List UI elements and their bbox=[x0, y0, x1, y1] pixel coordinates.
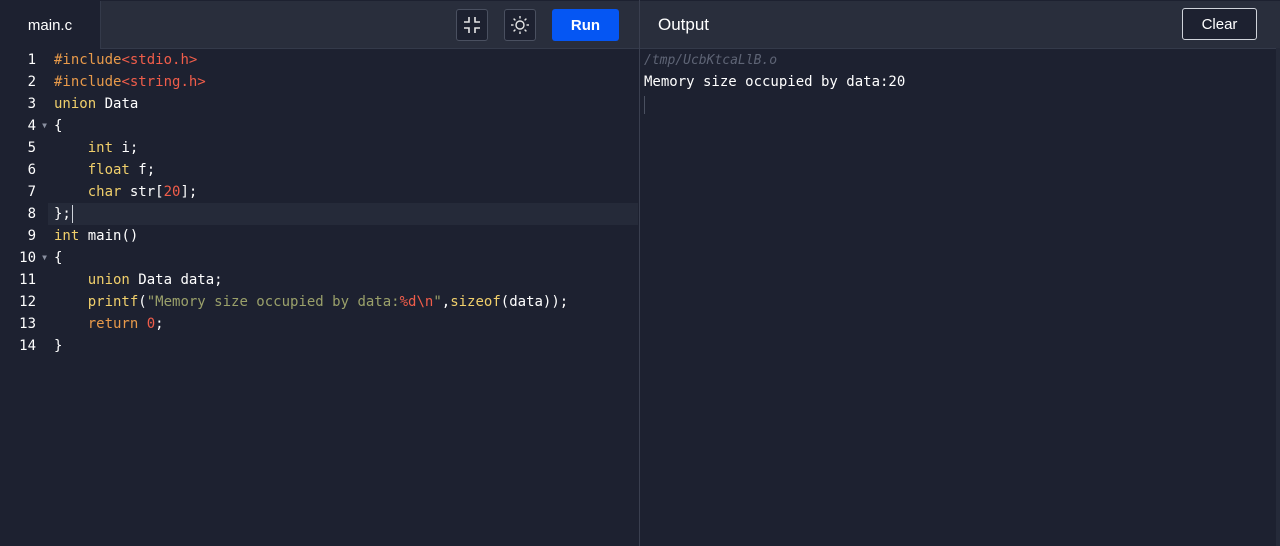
output-file-path: /tmp/UcbKtcaLlB.o bbox=[644, 53, 778, 68]
code-line[interactable]: float f; bbox=[54, 159, 634, 181]
theme-toggle-button[interactable] bbox=[504, 9, 536, 41]
line-number: 9 bbox=[27, 228, 36, 244]
code-line[interactable]: return 0; bbox=[54, 313, 634, 335]
line-number-gutter: 1 2 3 4 ▼ 5 6 7 8 9 10 ▼ 11 12 13 14 bbox=[0, 49, 48, 357]
code-editor-pane: main.c Run 1 2 3 4 ▼ 5 6 7 8 9 10 ▼ 11 1… bbox=[0, 0, 639, 546]
sun-icon bbox=[511, 16, 529, 34]
code-line[interactable]: union Data data; bbox=[54, 269, 634, 291]
code-line[interactable]: int i; bbox=[54, 137, 634, 159]
code-line[interactable]: #include<string.h> bbox=[54, 71, 634, 93]
line-number: 11 bbox=[19, 272, 36, 288]
code-line[interactable]: } bbox=[54, 335, 634, 357]
clear-button[interactable]: Clear bbox=[1182, 8, 1257, 40]
line-number: 14 bbox=[19, 338, 36, 354]
minimize-icon bbox=[464, 17, 480, 33]
code-line[interactable]: printf("Memory size occupied by data:%d\… bbox=[54, 291, 634, 313]
code-line[interactable]: union Data bbox=[54, 93, 634, 115]
line-number: 2 bbox=[27, 74, 36, 90]
line-number: 7 bbox=[27, 184, 36, 200]
code-line[interactable]: { bbox=[54, 115, 634, 137]
code-line[interactable]: { bbox=[54, 247, 634, 269]
line-number: 3 bbox=[27, 96, 36, 112]
minimize-button[interactable] bbox=[456, 9, 488, 41]
code-line[interactable]: }; bbox=[54, 203, 634, 225]
fold-toggle-icon[interactable]: ▼ bbox=[42, 247, 47, 269]
output-text: Memory size occupied by data:20 bbox=[644, 74, 906, 90]
text-cursor bbox=[72, 205, 73, 223]
line-number: 1 bbox=[27, 52, 36, 68]
line-number: 13 bbox=[19, 316, 36, 332]
output-title: Output bbox=[658, 14, 710, 34]
fold-toggle-icon[interactable]: ▼ bbox=[42, 115, 47, 137]
code-line[interactable]: #include<stdio.h> bbox=[54, 49, 634, 71]
editor-header: main.c Run bbox=[0, 1, 639, 49]
output-pane: Output Clear /tmp/UcbKtcaLlB.o Memory si… bbox=[640, 0, 1280, 546]
code-area[interactable]: #include<stdio.h> #include<string.h> union… bbox=[54, 49, 634, 357]
run-button[interactable]: Run bbox=[552, 9, 619, 41]
line-number: 8 bbox=[27, 206, 36, 222]
line-number: 6 bbox=[27, 162, 36, 178]
line-number: 10 ▼ bbox=[0, 247, 48, 269]
output-scrollbar[interactable] bbox=[1276, 48, 1280, 546]
file-tab-main-c[interactable]: main.c bbox=[0, 1, 101, 49]
line-number: 5 bbox=[27, 140, 36, 156]
output-cursor bbox=[644, 96, 645, 114]
line-number: 4 ▼ bbox=[0, 115, 48, 137]
output-header: Output Clear bbox=[640, 1, 1280, 49]
code-line[interactable]: int main() bbox=[54, 225, 634, 247]
line-number: 12 bbox=[19, 294, 36, 310]
code-line[interactable]: char str[20]; bbox=[54, 181, 634, 203]
